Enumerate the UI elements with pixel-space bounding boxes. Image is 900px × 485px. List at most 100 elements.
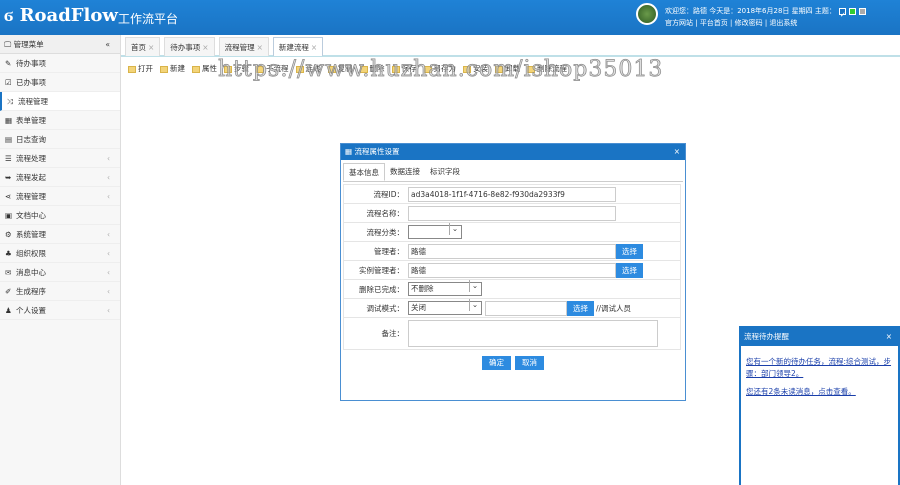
sidebar-item[interactable]: ⚙ 系统管理 ‹ bbox=[0, 225, 120, 244]
toolbar-label: 属性 bbox=[202, 64, 217, 73]
chevron-left-icon: ‹ bbox=[107, 287, 110, 296]
sidebar-item[interactable]: ✎ 待办事项 bbox=[0, 54, 120, 73]
close-icon[interactable]: × bbox=[202, 43, 208, 52]
avatar[interactable] bbox=[636, 3, 658, 25]
flow-properties-dialog: ▦ 流程属性设置 × 基本信息 数据连接 标识字段 流程ID： ad3a4018-1… bbox=[340, 143, 686, 401]
sidebar-item-label: 系统管理 bbox=[16, 230, 46, 239]
menu-icon: ♣ bbox=[5, 249, 12, 258]
theme-gray[interactable] bbox=[858, 7, 866, 15]
chevron-left-icon: ‹ bbox=[107, 192, 110, 201]
flow-name-input[interactable] bbox=[408, 205, 616, 221]
tab-id-field[interactable]: 标识字段 bbox=[425, 163, 465, 181]
close-icon[interactable]: × bbox=[886, 328, 892, 346]
flow-type-label: 流程分类： bbox=[366, 227, 405, 237]
flow-type-select[interactable] bbox=[408, 223, 462, 239]
toolbar-icon bbox=[128, 65, 136, 73]
sidebar-item[interactable]: ✉ 消息中心 ‹ bbox=[0, 263, 120, 282]
debug-users-input[interactable] bbox=[485, 300, 567, 316]
sidebar-item[interactable]: ▦ 表单管理 bbox=[0, 111, 120, 130]
menu-icon: ⋖ bbox=[5, 192, 12, 201]
sidebar-item[interactable]: ♣ 组织权限 ‹ bbox=[0, 244, 120, 263]
tab[interactable]: 新建流程 × bbox=[272, 37, 324, 56]
sidebar-item[interactable]: ☰ 流程处理 ‹ bbox=[0, 149, 120, 168]
theme-green[interactable] bbox=[848, 7, 856, 15]
menu-icon: ☰ bbox=[5, 154, 12, 163]
sidebar-item-label: 个人设置 bbox=[16, 306, 46, 315]
close-icon[interactable]: × bbox=[257, 43, 263, 52]
sidebar-item[interactable]: ♟ 个人设置 ‹ bbox=[0, 301, 120, 320]
close-icon[interactable]: × bbox=[148, 43, 154, 52]
header: ϭ RoadFlow 工作流平台 欢迎您：路德 今天是：2018年6月28日 星… bbox=[0, 0, 900, 35]
sidebar-item[interactable]: ➥ 流程发起 ‹ bbox=[0, 168, 120, 187]
theme-blue[interactable]: ✓ bbox=[838, 7, 846, 19]
manager-select-button[interactable]: 选择 bbox=[616, 243, 643, 259]
dialog-title: 流程属性设置 bbox=[354, 147, 400, 156]
sidebar-item[interactable]: ⤨ 流程管理 bbox=[0, 92, 120, 111]
menu-icon: ▣ bbox=[5, 211, 13, 220]
toolbar-button[interactable]: 新建 bbox=[160, 62, 185, 76]
instance-manager-select-button[interactable]: 选择 bbox=[616, 262, 643, 278]
tab[interactable]: 流程管理 × bbox=[218, 37, 269, 56]
sidebar-item-label: 流程处理 bbox=[16, 154, 46, 163]
welcome-text: 欢迎您：路德 今天是：2018年6月28日 星期四 主题： bbox=[665, 7, 836, 15]
note-textarea[interactable] bbox=[408, 320, 658, 347]
flow-name-label: 流程名称： bbox=[366, 208, 405, 218]
link-logout[interactable]: 退出系统 bbox=[769, 19, 797, 27]
debug-users-select-button[interactable]: 选择 bbox=[567, 300, 594, 316]
popup-title: 流程待办提醒 bbox=[744, 332, 789, 341]
toolbar-icon bbox=[160, 65, 168, 73]
menu-icon: ✐ bbox=[5, 287, 12, 296]
manager-input[interactable]: 路德 bbox=[408, 243, 616, 259]
delete-completed-select[interactable]: 不删除 bbox=[408, 280, 482, 296]
sidebar-item-label: 文档中心 bbox=[16, 211, 46, 220]
close-icon[interactable]: × bbox=[311, 43, 317, 52]
tab[interactable]: 首页 × bbox=[125, 37, 161, 56]
toolbar-label: 打开 bbox=[138, 64, 153, 73]
sidebar-item[interactable]: ☑ 已办事项 bbox=[0, 73, 120, 92]
debug-mode-label: 调试模式： bbox=[366, 303, 405, 313]
manager-label: 管理者： bbox=[374, 246, 404, 256]
todo-reminder-popup: 流程待办提醒 × 您有一个新的待办任务，流程:综合测试，步骤：部门领导2。 您还有… bbox=[739, 326, 900, 485]
sidebar-item[interactable]: ⋖ 流程管理 ‹ bbox=[0, 187, 120, 206]
watermark: https://www.huzhan.com/ishop35013 bbox=[218, 57, 664, 83]
debug-mode-select[interactable]: 关闭 bbox=[408, 299, 482, 315]
collapse-button[interactable]: « bbox=[105, 35, 110, 54]
close-icon[interactable]: × bbox=[674, 144, 680, 160]
link-platform-home[interactable]: 平台首页 bbox=[700, 19, 728, 27]
logo: ϭ RoadFlow bbox=[4, 5, 118, 26]
menu-icon: ✎ bbox=[5, 59, 12, 68]
instance-manager-input[interactable]: 路德 bbox=[408, 262, 616, 278]
tab-data-connection[interactable]: 数据连接 bbox=[385, 163, 425, 181]
user-info: 欢迎您：路德 今天是：2018年6月28日 星期四 主题： ✓ 官方网站 | 平台… bbox=[665, 5, 866, 29]
link-change-password[interactable]: 修改密码 bbox=[735, 19, 763, 27]
toolbar-button[interactable]: 属性 bbox=[192, 62, 217, 76]
toolbar-button[interactable]: 打开 bbox=[128, 62, 153, 76]
flow-id-label: 流程ID： bbox=[373, 189, 405, 199]
debug-users-hint: //调试人员 bbox=[596, 303, 632, 313]
chevron-left-icon: ‹ bbox=[107, 230, 110, 239]
menu-icon: ☑ bbox=[5, 78, 12, 87]
sidebar-item[interactable]: ▤ 日志查询 bbox=[0, 130, 120, 149]
sidebar-item[interactable]: ✐ 生成程序 ‹ bbox=[0, 282, 120, 301]
sidebar-item-label: 流程管理 bbox=[18, 97, 48, 106]
sidebar-item-label: 流程管理 bbox=[16, 192, 46, 201]
tab-basic-info[interactable]: 基本信息 bbox=[343, 163, 385, 181]
chevron-left-icon: ‹ bbox=[107, 306, 110, 315]
sidebar-item-label: 消息中心 bbox=[16, 268, 46, 277]
flow-id-input[interactable]: ad3a4018-1f1f-4716-8e82-f930da2933f9 bbox=[408, 186, 616, 202]
sidebar-item[interactable]: ▣ 文档中心 bbox=[0, 206, 120, 225]
new-task-link[interactable]: 您有一个新的待办任务，流程:综合测试，步骤：部门领导2。 bbox=[741, 356, 898, 380]
note-label: 备注： bbox=[381, 329, 405, 338]
ok-button[interactable]: 确定 bbox=[482, 356, 511, 370]
sidebar-item-label: 待办事项 bbox=[16, 59, 46, 68]
unread-messages-link[interactable]: 您还有2条未读消息，点击查看。 bbox=[741, 386, 898, 398]
sidebar-item-label: 流程发起 bbox=[16, 173, 46, 182]
tab[interactable]: 待办事项 × bbox=[164, 37, 215, 56]
link-official-site[interactable]: 官方网站 bbox=[665, 19, 693, 27]
toolbar-label: 新建 bbox=[170, 64, 185, 73]
tab-label: 流程管理 bbox=[224, 43, 255, 52]
sidebar-header: 🖵 管理菜单 « bbox=[0, 35, 120, 54]
menu-icon: ⤨ bbox=[7, 97, 13, 106]
cancel-button[interactable]: 取消 bbox=[515, 356, 544, 370]
instance-manager-label: 实例管理者： bbox=[359, 265, 404, 275]
